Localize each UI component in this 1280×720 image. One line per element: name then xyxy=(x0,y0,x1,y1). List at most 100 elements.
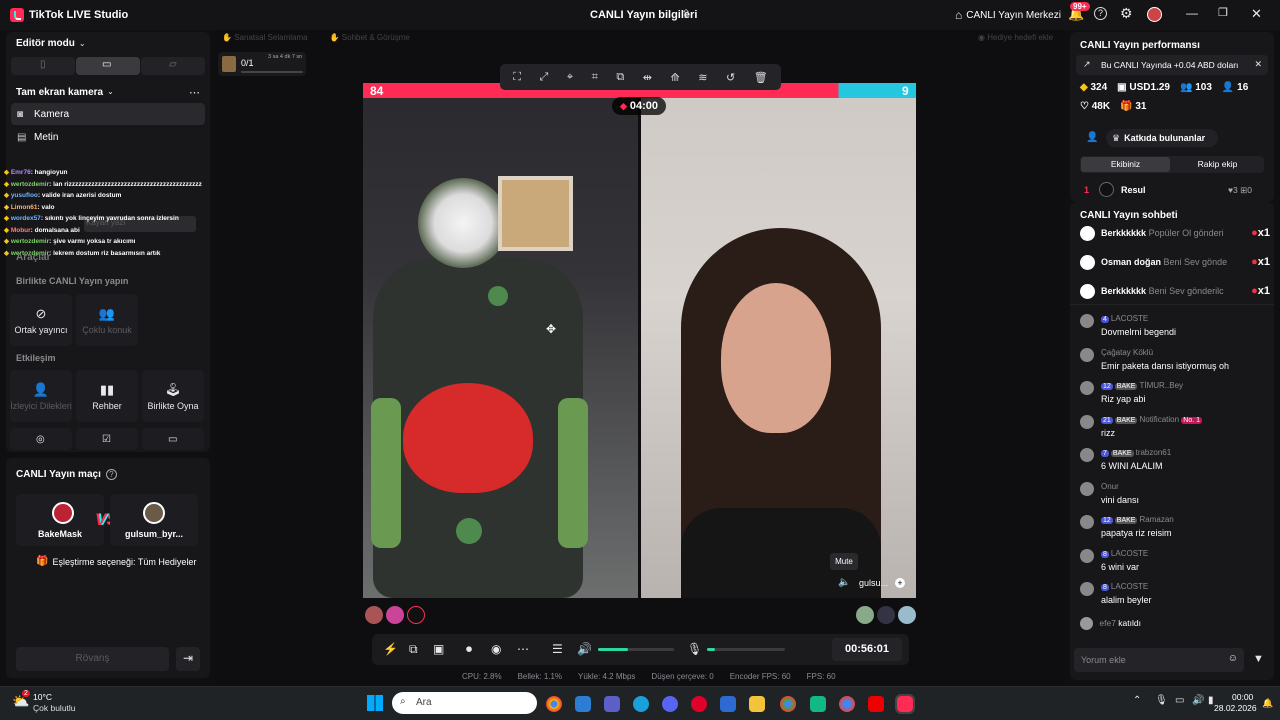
rematch-button[interactable]: Rövanş xyxy=(16,647,169,671)
more-icon[interactable]: ⋯ xyxy=(517,642,529,656)
contributors-button[interactable]: ♛ Katkıda bulunanlar xyxy=(1106,129,1218,147)
filter-icon[interactable]: ▼ xyxy=(1253,653,1264,665)
tray-chevron-icon[interactable]: ⌃ xyxy=(1133,695,1141,706)
app-icon[interactable] xyxy=(810,696,826,712)
clock-date[interactable]: 28.02.2026 xyxy=(1214,703,1257,713)
avatar[interactable] xyxy=(1147,7,1162,22)
box-tile[interactable]: ▭ xyxy=(142,428,204,450)
copy-icon[interactable]: ⧉ xyxy=(616,71,624,84)
tab-team[interactable]: Ekibiniz xyxy=(1081,157,1170,172)
player1-card[interactable]: BakeMask xyxy=(16,494,104,546)
match-option[interactable]: 🎁 Eşleştirme seçeneği: Tüm Hediyeler xyxy=(36,556,196,567)
discord-icon[interactable] xyxy=(662,696,678,712)
chrome-icon-3[interactable] xyxy=(839,696,855,712)
close-button[interactable]: ✕ xyxy=(1251,6,1262,22)
live-chat-panel: CANLI Yayın sohbeti Berkkkkkk Popüler Ol… xyxy=(1070,202,1274,680)
viewer-avatar[interactable] xyxy=(877,606,895,624)
volume-slider[interactable] xyxy=(598,648,674,651)
share-icon[interactable]: ⇪ xyxy=(681,7,691,21)
checklist-tile[interactable]: ☑ xyxy=(76,428,138,450)
add-icon[interactable]: + xyxy=(895,578,905,588)
landscape-mode-button[interactable]: ▭ xyxy=(76,57,140,75)
mail-icon[interactable] xyxy=(720,696,736,712)
viewer-avatar[interactable] xyxy=(898,606,916,624)
layers-icon[interactable]: ≋ xyxy=(698,71,707,84)
screen-icon[interactable]: ▣ xyxy=(433,642,444,656)
live-center-button[interactable]: ⌂ CANLI Yayın Merkezi xyxy=(955,8,1061,22)
exit-icon[interactable]: ⇥ xyxy=(176,647,200,671)
emoji-icon[interactable]: ☺ xyxy=(1228,653,1238,664)
minimize-button[interactable]: — xyxy=(1186,6,1198,20)
goal-widget[interactable]: 0/1 3 sa 4 dk 7 sn xyxy=(218,52,306,76)
tiktok-taskbar-icon[interactable] xyxy=(895,694,915,714)
co-host-tile[interactable]: ⊘ Ortak yayıncı xyxy=(10,294,72,346)
maximize-button[interactable]: ❐ xyxy=(1218,6,1228,19)
more-icon[interactable]: ⋯ xyxy=(189,86,200,99)
tray-network-icon[interactable]: ▭ xyxy=(1175,695,1184,706)
viewer-avatar[interactable] xyxy=(386,606,404,624)
flip-icon[interactable]: ⇹ xyxy=(643,71,652,84)
gift-goal-button[interactable]: ◉ Hediye hedefi ekle xyxy=(978,33,1053,42)
scene-dropdown[interactable]: Tam ekran kamera ⌄ xyxy=(16,87,114,98)
player2-card[interactable]: gulsum_byr... xyxy=(110,494,198,546)
info-icon[interactable]: ? xyxy=(105,469,117,480)
multi-guest-tile[interactable]: 👥 Çoklu konuk xyxy=(76,294,138,346)
split-mode-button[interactable]: ▱ xyxy=(141,57,205,75)
comment-input[interactable]: Yorum ekle ☺ xyxy=(1074,648,1244,672)
play-together-tile[interactable]: 🕹 Birlikte Oyna xyxy=(142,370,204,422)
folder-icon[interactable] xyxy=(749,696,765,712)
tray-mic-icon[interactable]: 🎙 xyxy=(1155,695,1168,706)
chrome-icon[interactable] xyxy=(546,696,562,712)
strip-item[interactable]: ✋ Sanatsal Selamlama xyxy=(222,33,308,42)
speaker-icon[interactable]: 🔈 xyxy=(838,577,850,588)
source-text[interactable]: ▤ Metin xyxy=(11,126,205,148)
poll-tile[interactable]: ◎ xyxy=(10,428,72,450)
gear-icon[interactable]: ⚙ xyxy=(1120,5,1133,22)
viewer-avatar[interactable] xyxy=(407,606,425,624)
viewer-avatar[interactable] xyxy=(365,606,383,624)
heart-pillow xyxy=(403,383,533,493)
layer-up-icon[interactable]: ⟰ xyxy=(670,71,679,84)
magic-wand-icon[interactable]: ⚡ xyxy=(383,642,398,656)
microphone-icon[interactable]: 🎙 xyxy=(687,642,702,656)
editor-mode-dropdown[interactable]: Editör modu ⌄ xyxy=(16,38,86,49)
settings-sliders-icon[interactable]: ☰ xyxy=(552,642,563,656)
guide-tile[interactable]: ▮▮ Rehber xyxy=(76,370,138,422)
tray-volume-icon[interactable]: 🔊 xyxy=(1192,695,1204,706)
tray-battery-icon[interactable]: ▮ xyxy=(1208,695,1214,706)
chrome-icon-2[interactable] xyxy=(780,696,796,712)
portrait-mode-button[interactable]: ▯ xyxy=(11,57,75,75)
viewer-wishes-tile[interactable]: 👤 İzleyici Dilekleri xyxy=(10,370,72,422)
top-user-avatar xyxy=(1099,182,1114,197)
source-camera[interactable]: ◙ Kamera xyxy=(11,103,205,125)
viewer-avatar[interactable] xyxy=(856,606,874,624)
strip-item[interactable]: ✋ Sohbet & Görüşme xyxy=(330,33,410,42)
volume-icon[interactable]: 🔊 xyxy=(577,642,592,656)
camera-switch-icon[interactable]: ◉ xyxy=(491,642,501,656)
gifts-value: 31 xyxy=(1135,101,1147,112)
crop-icon[interactable]: ⌗ xyxy=(592,71,598,84)
rotate-icon[interactable]: ↺ xyxy=(726,71,735,84)
store-icon[interactable] xyxy=(575,696,591,712)
opera-icon[interactable] xyxy=(691,696,707,712)
youtube-icon[interactable] xyxy=(868,696,884,712)
tab-rival[interactable]: Rakip ekip xyxy=(1172,157,1263,172)
user-settings-icon[interactable]: 👤 xyxy=(1086,132,1098,143)
fullscreen-icon[interactable]: ⛶ xyxy=(513,71,521,84)
close-icon[interactable]: ✕ xyxy=(1254,59,1262,70)
record-icon[interactable]: ⏺ xyxy=(466,642,472,657)
teams-icon[interactable] xyxy=(604,696,620,712)
windows-start-icon[interactable] xyxy=(367,695,383,711)
notification-icon[interactable]: 🔔 xyxy=(1262,698,1273,709)
chat-user: LACOSTE xyxy=(1110,314,1149,323)
effects-icon[interactable]: ⧉ xyxy=(409,642,418,657)
chat-avatar xyxy=(1080,548,1094,563)
edge-icon[interactable] xyxy=(633,696,649,712)
delete-icon[interactable]: 🗑 xyxy=(754,71,768,84)
taskbar-search[interactable]: ⌕ Ara xyxy=(392,692,537,714)
center-icon[interactable]: ⌖ xyxy=(567,71,573,84)
mic-level[interactable] xyxy=(707,648,785,651)
clock-time[interactable]: 00:00 xyxy=(1232,692,1253,702)
help-icon[interactable]: ? xyxy=(1094,7,1107,20)
fit-icon[interactable]: ⤢ xyxy=(540,71,549,84)
